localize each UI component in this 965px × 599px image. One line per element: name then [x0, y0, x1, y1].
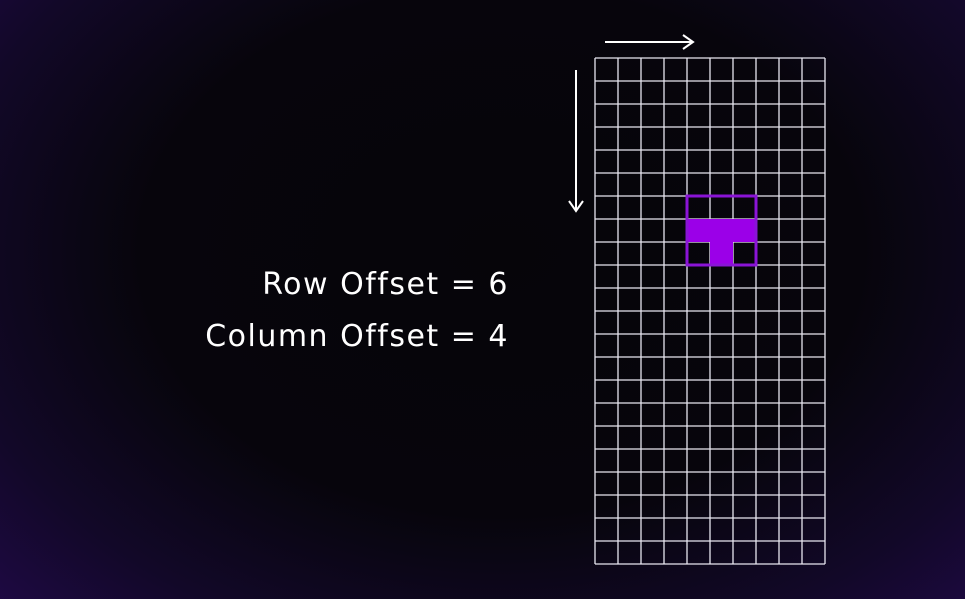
piece-cell-inner [734, 220, 755, 241]
piece-cell-inner [711, 243, 732, 264]
piece-cell-inner [711, 220, 732, 241]
offset-arrows [568, 34, 695, 213]
tetromino-piece [685, 194, 758, 267]
piece-cell-inner [688, 220, 709, 241]
grid-diagram [568, 34, 826, 565]
board-grid [594, 57, 826, 565]
